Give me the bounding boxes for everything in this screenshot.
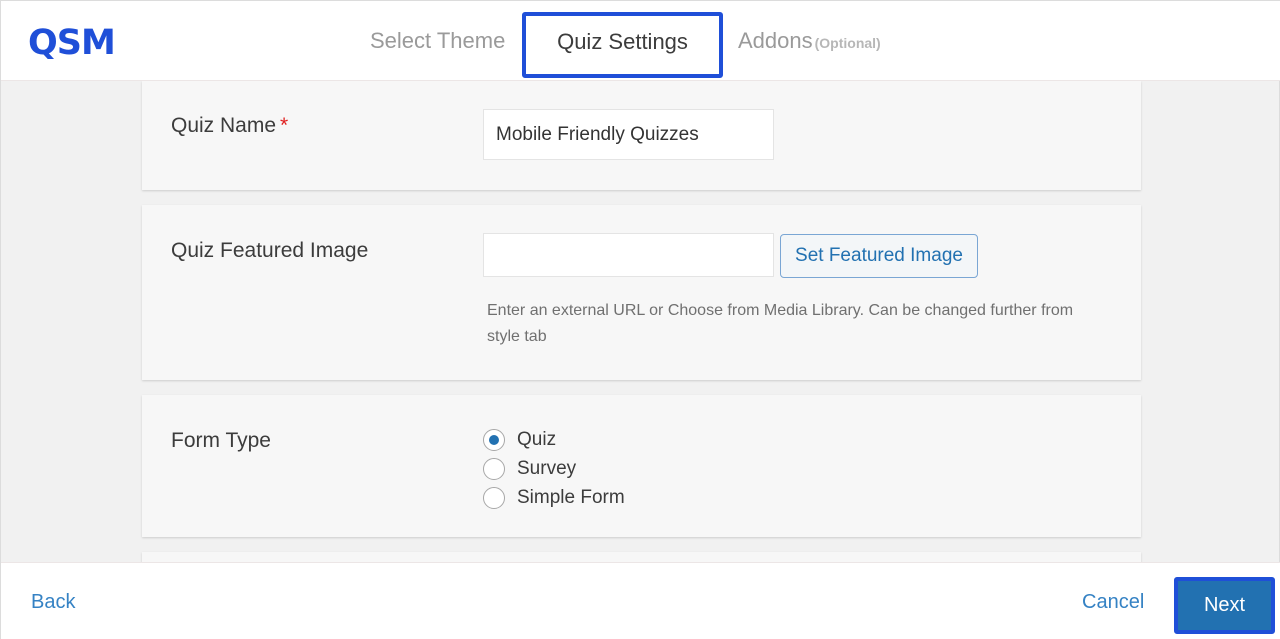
radio-option-survey[interactable]: Survey [483,454,625,483]
required-asterisk: * [280,114,289,137]
tab-addons[interactable]: Addons (Optional) [738,28,881,54]
featured-image-help-text: Enter an external URL or Choose from Med… [487,302,1074,345]
settings-scroll-area[interactable]: Quiz Name * Mobile Friendly Quizzes Quiz … [1,81,1280,562]
quiz-name-label: Quiz Name * [171,114,288,138]
next-settings-card [142,552,1141,562]
radio-label: Survey [517,457,577,479]
cancel-button[interactable]: Cancel [1082,591,1144,614]
form-type-card: Form Type Quiz Survey Simple Form [142,395,1141,537]
radio-button-checked[interactable] [483,428,505,451]
form-type-radio-group: Quiz Survey Simple Form [483,425,625,512]
tab-quiz-settings-label: Quiz Settings [557,29,688,54]
radio-button[interactable] [483,457,505,480]
quiz-name-card: Quiz Name * Mobile Friendly Quizzes [142,81,1141,190]
tab-quiz-settings[interactable]: Quiz Settings [522,12,723,78]
featured-image-label: Quiz Featured Image [171,239,369,262]
quiz-name-label-text: Quiz Name [171,114,277,137]
qsm-logo: QSM [28,23,116,63]
tab-select-theme[interactable]: Select Theme [370,28,505,54]
tab-addons-label: Addons [738,28,813,53]
radio-option-simple-form[interactable]: Simple Form [483,483,625,512]
set-featured-image-button[interactable]: Set Featured Image [780,234,978,278]
radio-option-quiz[interactable]: Quiz [483,425,625,454]
optional-tag: (Optional) [814,35,881,51]
quiz-name-input[interactable]: Mobile Friendly Quizzes [483,109,774,160]
next-button[interactable]: Next [1174,577,1275,634]
radio-label: Quiz [517,428,557,450]
featured-image-url-input[interactable] [483,233,774,277]
form-type-label: Form Type [171,429,271,452]
radio-label: Simple Form [517,486,625,508]
radio-dot [489,434,499,445]
back-button[interactable]: Back [31,591,75,614]
wizard-footer: Back Cancel Next [1,562,1280,639]
featured-image-card: Quiz Featured Image Set Featured Image E… [142,205,1141,380]
wizard-header: QSM Select Theme Quiz Settings Addons (Op… [1,1,1280,81]
radio-button[interactable] [483,486,505,509]
